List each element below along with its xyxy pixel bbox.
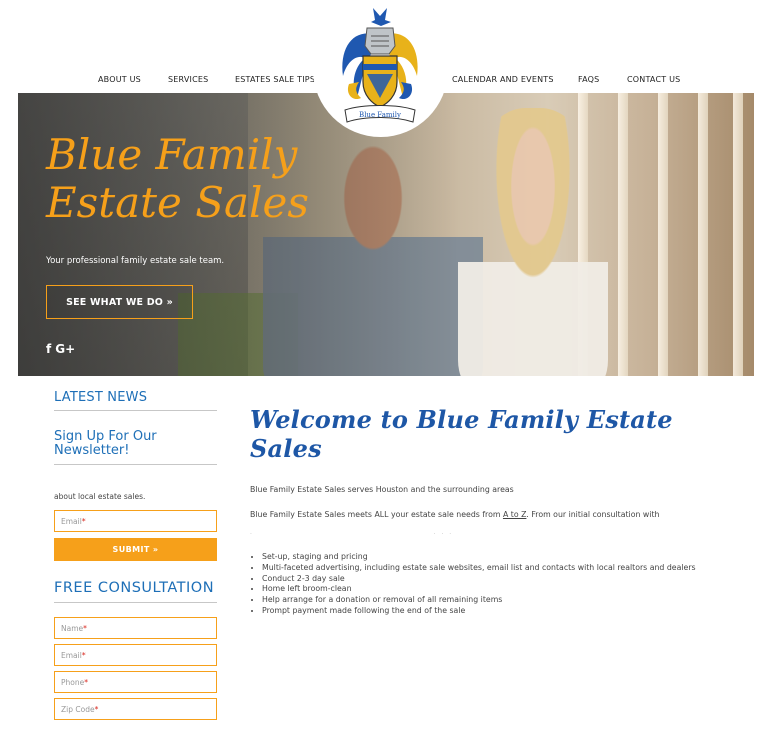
services-list: Set-up, staging and pricing Multi-facete… [250, 552, 730, 617]
family-crest-icon: Blue Family [342, 8, 418, 123]
hero-title: Blue Family Estate Sales [46, 131, 326, 227]
logo[interactable]: Blue Family [313, 0, 448, 137]
see-what-we-do-button[interactable]: SEE WHAT WE DO » [46, 285, 193, 319]
list-item: Prompt payment made following the end of… [262, 606, 730, 617]
hero-title-line1: Blue Family [46, 130, 298, 179]
required-mark: * [84, 677, 88, 687]
newsletter-submit-button[interactable]: SUBMIT » [54, 538, 217, 561]
a-to-z-link[interactable]: A to Z [503, 510, 526, 519]
consultation-phone-field[interactable]: Phone * [54, 671, 217, 693]
main-content: Welcome to Blue Family Estate Sales Blue… [250, 405, 730, 617]
nav-estate-sale-tips[interactable]: ESTATES SALE TIPS [235, 75, 315, 84]
newsletter-email-field[interactable]: Email * [54, 510, 217, 532]
divider: · · · · [250, 531, 454, 538]
list-item: Multi-faceted advertising, including est… [262, 563, 730, 574]
consultation-email-field[interactable]: Email * [54, 644, 217, 666]
hero-subtitle: Your professional family estate sale tea… [46, 256, 225, 266]
services-paragraph-text: Blue Family Estate Sales meets ALL your … [250, 510, 503, 519]
hero-title-line2: Estate Sales [46, 178, 309, 227]
sidebar: LATEST NEWS Sign Up For Our Newsletter! … [54, 390, 217, 720]
services-paragraph: Blue Family Estate Sales meets ALL your … [250, 510, 730, 519]
consultation-zip-placeholder: Zip Code [61, 704, 95, 714]
google-plus-icon[interactable]: G+ [55, 342, 75, 356]
welcome-heading: Welcome to Blue Family Estate Sales [250, 405, 673, 463]
logo-banner-text: Blue Family [359, 111, 401, 119]
newsletter-heading: Sign Up For Our Newsletter! [54, 430, 217, 465]
facebook-icon[interactable]: f [46, 342, 51, 356]
nav-calendar-events[interactable]: CALENDAR AND EVENTS [452, 75, 554, 84]
list-item: Set-up, staging and pricing [262, 552, 730, 563]
nav-about-us[interactable]: ABOUT US [98, 75, 141, 84]
consultation-zip-field[interactable]: Zip Code * [54, 698, 217, 720]
list-item: Home left broom-clean [262, 584, 730, 595]
list-item: Conduct 2-3 day sale [262, 574, 730, 585]
consultation-name-placeholder: Name [61, 623, 84, 633]
consultation-phone-placeholder: Phone [61, 677, 85, 687]
list-item: Help arrange for a donation or removal o… [262, 595, 730, 606]
newsletter-description: about local estate sales. [54, 492, 146, 501]
latest-news-heading: LATEST NEWS [54, 390, 217, 411]
hero-social-links: f G+ [46, 342, 75, 356]
consultation-email-placeholder: Email [61, 650, 82, 660]
nav-faqs[interactable]: FAQS [578, 75, 599, 84]
services-paragraph-text-end: . From our initial consultation with [526, 510, 660, 519]
nav-services[interactable]: SERVICES [168, 75, 208, 84]
required-mark: * [81, 650, 86, 660]
free-consultation-heading: FREE CONSULTATION [54, 580, 217, 603]
newsletter-email-placeholder: Email [61, 516, 82, 526]
required-mark: * [81, 516, 86, 526]
consultation-name-field[interactable]: Name * [54, 617, 217, 639]
required-mark: * [94, 704, 99, 714]
required-mark: * [83, 623, 87, 633]
intro-paragraph: Blue Family Estate Sales serves Houston … [250, 485, 514, 494]
nav-contact-us[interactable]: CONTACT US [627, 75, 680, 84]
